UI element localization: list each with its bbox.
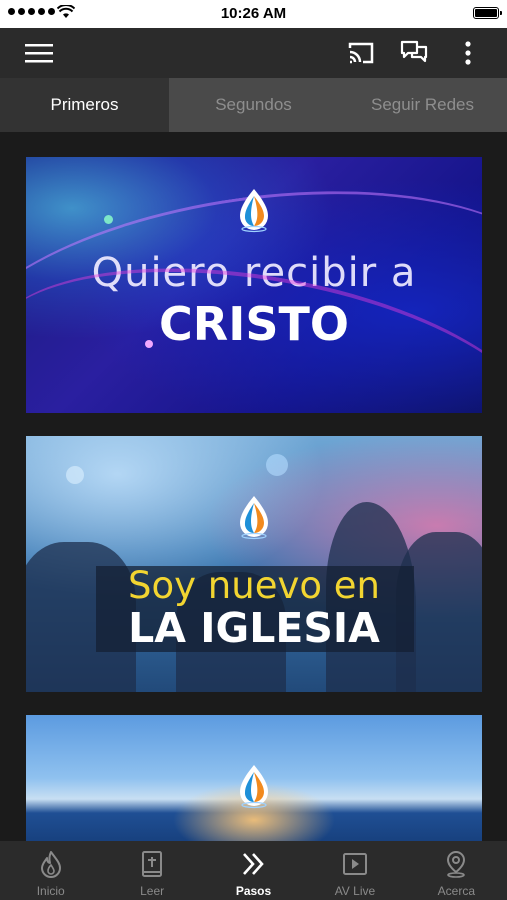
flame-icon [36, 849, 66, 879]
tab-bar: Primeros Segundos Seguir Redes [0, 78, 507, 132]
nav-item-av-live[interactable]: AV Live [304, 841, 405, 900]
location-pin-icon [441, 849, 471, 879]
bokeh-dot [104, 215, 113, 224]
nav-label: Inicio [36, 884, 65, 898]
nav-label: Leer [140, 884, 165, 898]
nav-label: AV Live [334, 884, 376, 898]
cards-list: Quiero recibir a CRISTO Soy nuevo en LA … [0, 132, 507, 841]
nav-item-pasos[interactable]: Pasos [203, 841, 304, 900]
card-quiero-recibir-cristo[interactable]: Quiero recibir a CRISTO [26, 157, 482, 413]
card-soy-nuevo-iglesia[interactable]: Soy nuevo en LA IGLESIA [26, 436, 482, 692]
chat-icon[interactable] [399, 38, 429, 68]
bokeh-dot [145, 340, 153, 348]
app-toolbar [0, 28, 507, 78]
hamburger-menu-icon[interactable] [24, 38, 54, 68]
bible-icon [137, 849, 167, 879]
tab-seguir-redes[interactable]: Seguir Redes [338, 78, 507, 132]
tab-primeros[interactable]: Primeros [0, 78, 169, 132]
tab-segundos[interactable]: Segundos [169, 78, 338, 132]
double-chevron-icon [239, 849, 269, 879]
bottom-navigation: Inicio Leer Pasos AV Live Acerca [0, 841, 507, 900]
church-logo-icon [240, 496, 268, 540]
card-ocean-sunrise[interactable] [26, 715, 482, 841]
card-title-line1: Soy nuevo en [128, 564, 380, 607]
status-bar: 10:26 AM [0, 0, 507, 28]
bokeh-dot [66, 466, 84, 484]
nav-item-leer[interactable]: Leer [101, 841, 202, 900]
cast-icon[interactable] [346, 38, 376, 68]
nav-label: Acerca [437, 884, 475, 898]
card-title-line2: LA IGLESIA [128, 604, 380, 652]
status-time: 10:26 AM [220, 5, 287, 22]
battery-icon [473, 7, 502, 19]
card-title-line1: Quiero recibir a [91, 250, 417, 296]
church-logo-icon [240, 189, 268, 233]
play-icon [340, 849, 370, 879]
bokeh-dot [266, 454, 288, 476]
card-title-line2: CRISTO [159, 297, 349, 351]
church-logo-icon [240, 765, 268, 809]
nav-label: Pasos [235, 884, 272, 898]
nav-item-inicio[interactable]: Inicio [0, 841, 101, 900]
nav-item-acerca[interactable]: Acerca [406, 841, 507, 900]
more-vertical-icon[interactable] [453, 38, 483, 68]
